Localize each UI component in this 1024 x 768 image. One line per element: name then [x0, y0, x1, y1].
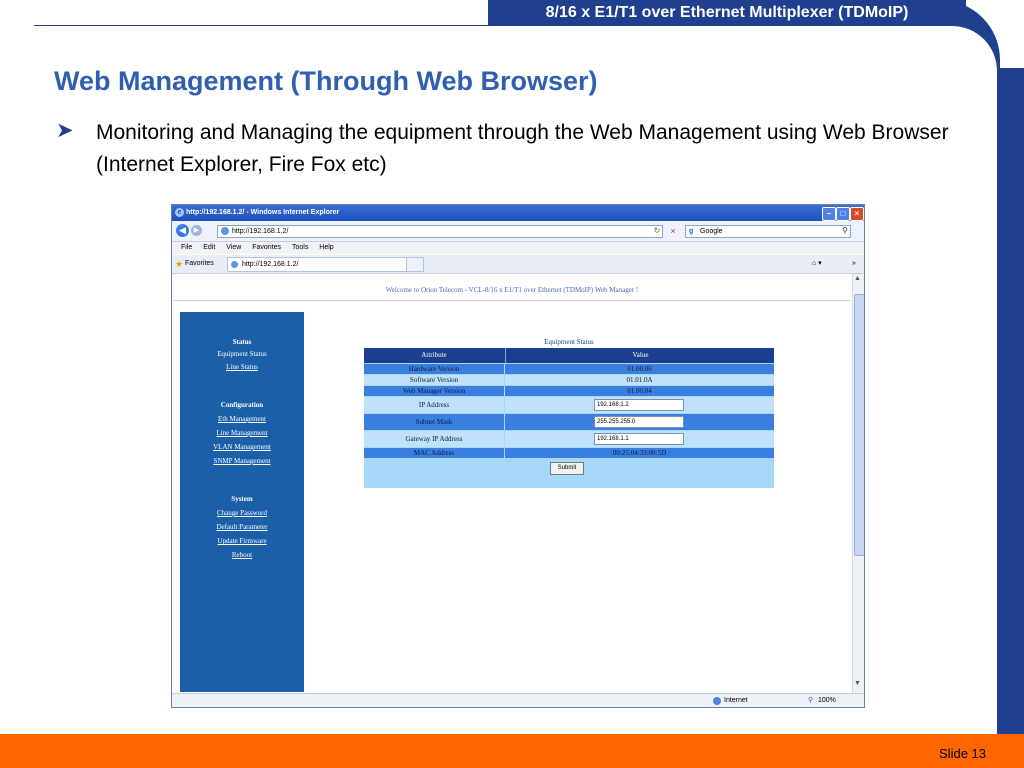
- submit-button[interactable]: Submit: [550, 462, 584, 475]
- cell-value: 255.255.255.0: [505, 414, 774, 430]
- column-header-attribute: Attribute: [421, 351, 447, 359]
- menu-tools[interactable]: Tools: [292, 242, 308, 254]
- home-icon[interactable]: ⌂ ▾: [812, 255, 822, 273]
- menu-favorites[interactable]: Favorites: [252, 242, 281, 254]
- cell-value: 192.168.1.2: [505, 397, 774, 413]
- cell-value: 00:25:04:33:00:5D: [505, 448, 774, 458]
- sidebar-item-line-management[interactable]: Line Management: [180, 429, 304, 437]
- arrow-right-icon: ➤: [56, 119, 74, 142]
- sidebar-item-change-password[interactable]: Change Password: [180, 509, 304, 517]
- sidebar-heading-system: System: [231, 495, 253, 503]
- footer-band: [0, 734, 1024, 768]
- ie-logo-icon: e: [175, 208, 184, 217]
- welcome-text: Welcome to Orion Telecom - VCL-8/16 x E1…: [385, 286, 639, 294]
- security-zone: Internet: [724, 697, 748, 704]
- sidebar-nav: Status Equipment Status Line Status Conf…: [180, 312, 304, 692]
- equipment-status-title: Equipment Status: [544, 338, 594, 346]
- status-bar: Internet ⚲ 100%: [172, 693, 864, 707]
- page-content: Welcome to Orion Telecom - VCL-8/16 x E1…: [172, 274, 852, 693]
- column-header-value: Value: [505, 348, 775, 363]
- stop-icon[interactable]: ×: [667, 225, 679, 237]
- page-icon: [221, 227, 229, 235]
- table-row: Hardware Version 01.00.06: [364, 364, 774, 374]
- slide-heading: Web Management (Through Web Browser): [54, 66, 598, 96]
- header-title: 8/16 x E1/T1 over Ethernet Multiplexer (…: [545, 4, 909, 21]
- cell-attribute: IP Address: [364, 397, 504, 413]
- sidebar-item-vlan-management[interactable]: VLAN Management: [180, 443, 304, 451]
- cell-value: 192.168.1.1: [505, 431, 774, 447]
- divider: [174, 300, 850, 301]
- minimize-icon[interactable]: –: [822, 207, 836, 221]
- close-icon[interactable]: ×: [850, 207, 864, 221]
- cell-attribute: Web Manager Version: [364, 386, 504, 396]
- address-value: http://192.168.1.2/: [232, 228, 289, 235]
- sidebar-heading-status: Status: [232, 338, 252, 346]
- globe-icon: [713, 697, 721, 705]
- search-placeholder: Google: [700, 228, 723, 235]
- cell-value: 01.01.0A: [505, 375, 774, 385]
- page-icon: [231, 261, 238, 268]
- cell-attribute: Hardware Version: [364, 364, 504, 374]
- address-input[interactable]: http://192.168.1.2/: [217, 225, 663, 238]
- back-icon[interactable]: ◀: [176, 224, 189, 237]
- scroll-up-icon[interactable]: ▲: [854, 275, 861, 282]
- sidebar-item-equipment-status[interactable]: Equipment Status: [180, 350, 304, 358]
- scroll-down-icon[interactable]: ▼: [854, 680, 861, 687]
- menu-view[interactable]: View: [226, 242, 241, 254]
- search-input[interactable]: g Google: [685, 225, 851, 238]
- slide-number: Slide 13: [939, 746, 986, 761]
- equipment-status-table: Attribute Value Hardware Version 01.00.0…: [364, 348, 774, 488]
- tab-current[interactable]: http://192.168.1.2/: [227, 257, 423, 272]
- cell-value: 01.00.06: [505, 364, 774, 374]
- table-header-row: Attribute Value: [364, 348, 774, 363]
- sidebar-item-snmp-management[interactable]: SNMP Management: [180, 457, 304, 465]
- table-row: Software Version 01.01.0A: [364, 375, 774, 385]
- window-titlebar: e http://192.168.1.2/ - Windows Internet…: [172, 205, 864, 221]
- favorites-star-icon[interactable]: ★: [175, 255, 183, 273]
- favorites-label[interactable]: Favorites: [185, 255, 214, 273]
- gateway-ip-input[interactable]: 192.168.1.1: [594, 433, 684, 445]
- zoom-icon[interactable]: ⚲: [808, 694, 813, 707]
- address-toolbar: ◀ ▶ http://192.168.1.2/ ↻ × g Google ⚲: [172, 221, 864, 242]
- ip-address-input[interactable]: 192.168.1.2: [594, 399, 684, 411]
- vertical-scrollbar[interactable]: ▲ ▼: [852, 274, 864, 693]
- cell-value: 01.00.04: [505, 386, 774, 396]
- table-row: MAC Address 00:25:04:33:00:5D: [364, 448, 774, 458]
- table-row: Web Manager Version 01.00.04: [364, 386, 774, 396]
- cell-attribute: MAC Address: [364, 448, 504, 458]
- zoom-level[interactable]: 100%: [818, 694, 836, 707]
- cell-attribute: Gateway IP Address: [364, 431, 504, 447]
- new-tab-button[interactable]: [406, 257, 424, 272]
- refresh-icon[interactable]: ↻: [650, 225, 664, 237]
- scrollbar-thumb[interactable]: [854, 294, 864, 556]
- table-row: IP Address 192.168.1.2: [364, 397, 774, 413]
- search-icon[interactable]: ⚲: [842, 225, 854, 237]
- table-row: Gateway IP Address 192.168.1.1: [364, 431, 774, 447]
- maximize-icon[interactable]: □: [836, 207, 850, 221]
- menu-help[interactable]: Help: [319, 242, 333, 254]
- google-icon: g: [689, 228, 694, 235]
- browser-window: e http://192.168.1.2/ - Windows Internet…: [171, 204, 865, 708]
- subnet-mask-input[interactable]: 255.255.255.0: [594, 416, 684, 428]
- cell-attribute: Subnet Mask: [364, 414, 504, 430]
- tab-title: http://192.168.1.2/: [242, 261, 299, 268]
- sidebar-heading-configuration: Configuration: [220, 401, 264, 409]
- menu-file[interactable]: File: [181, 242, 192, 254]
- sidebar-item-line-status[interactable]: Line Status: [180, 363, 304, 371]
- chevron-more-icon[interactable]: »: [852, 255, 856, 273]
- right-bar: [997, 68, 1024, 734]
- top-rule: [34, 25, 489, 26]
- window-title: http://192.168.1.2/ - Windows Internet E…: [186, 209, 340, 216]
- sidebar-item-default-parameter[interactable]: Default Parameter: [180, 523, 304, 531]
- sidebar-item-reboot[interactable]: Reboot: [180, 551, 304, 559]
- sidebar-item-eth-management[interactable]: Eth Management: [180, 415, 304, 423]
- menu-edit[interactable]: Edit: [203, 242, 215, 254]
- bullet-text: Monitoring and Managing the equipment th…: [96, 121, 949, 176]
- forward-icon[interactable]: ▶: [191, 225, 202, 236]
- favorites-bar: ★ Favorites http://192.168.1.2/ ⌂ ▾ »: [172, 255, 864, 274]
- cell-attribute: Software Version: [364, 375, 504, 385]
- menu-bar: File Edit View Favorites Tools Help: [172, 242, 864, 254]
- table-row: Subnet Mask 255.255.255.0: [364, 414, 774, 430]
- sidebar-item-update-firmware[interactable]: Update Firmware: [180, 537, 304, 545]
